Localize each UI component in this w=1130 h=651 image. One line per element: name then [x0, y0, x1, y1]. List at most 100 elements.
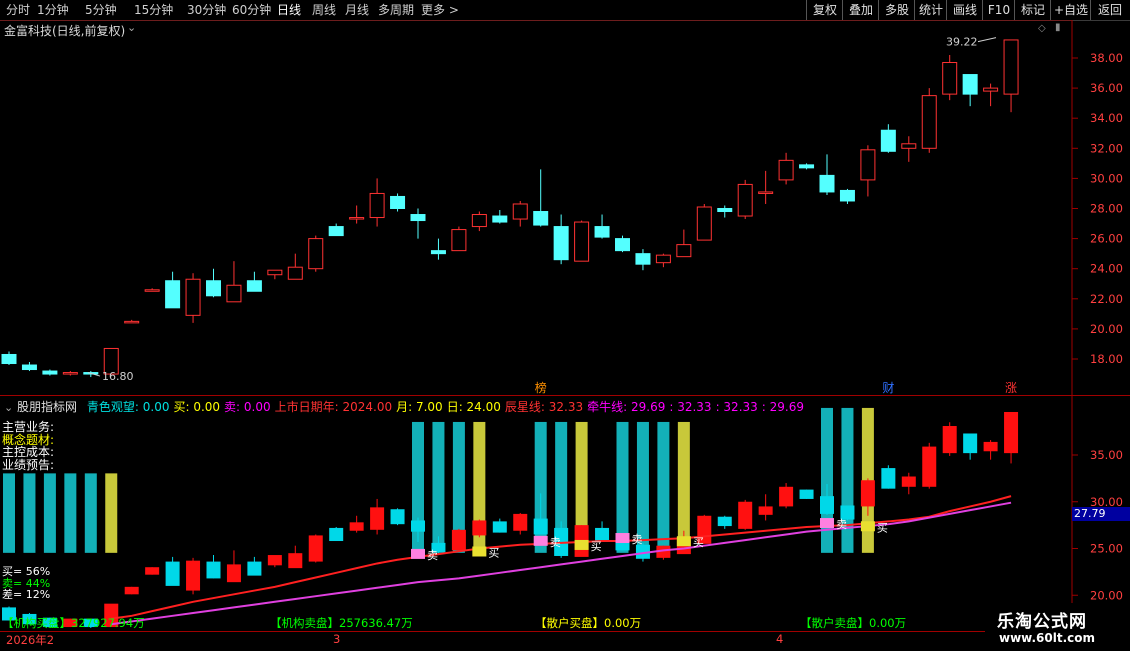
candle-body [246, 280, 262, 292]
tab-weekly[interactable]: 周线 [312, 2, 336, 18]
buy-signal: 买 [488, 547, 499, 560]
tab-monthly[interactable]: 月线 [345, 2, 369, 18]
tab-30min[interactable]: 30分钟 [187, 2, 226, 18]
indicator-candle-body [717, 516, 732, 527]
signal-box [411, 548, 425, 559]
tab-more[interactable]: 更多 > [421, 2, 459, 18]
candle-body [267, 269, 283, 276]
sell-signal: 卖 [632, 533, 643, 546]
mark-button[interactable]: 标记 [1014, 0, 1051, 20]
candle-body [717, 208, 733, 213]
stats-button[interactable]: 统计 [914, 0, 947, 20]
period-toolbar: 分时 1分钟 5分钟 15分钟 30分钟 60分钟 日线 周线 月线 多周期 更… [0, 0, 1130, 21]
candle-body [430, 250, 446, 255]
adjust-button[interactable]: 复权 [806, 0, 843, 20]
multi-stock-button[interactable]: 多股 [878, 0, 915, 20]
chevron-down-icon[interactable]: ⌄ [127, 21, 136, 34]
indicator-candle-body [165, 561, 180, 586]
sell-signal: 卖 [427, 549, 438, 562]
sell-signal: 卖 [836, 518, 847, 531]
price-chart-panel[interactable]: 38.00 36.00 34.00 32.00 30.00 28.00 26.00 24.00… [0, 20, 1130, 396]
candle-body [124, 320, 140, 324]
candle-body [42, 370, 58, 375]
diamond-icon[interactable]: ◇ [1038, 23, 1046, 34]
tab-15min[interactable]: 15分钟 [134, 2, 173, 18]
candle-body [390, 195, 406, 210]
scroll-handle-icon[interactable]: ▮ [1055, 22, 1061, 33]
y-tick-label: 32.00 [1090, 141, 1123, 155]
overlay-button[interactable]: 叠加 [842, 0, 879, 20]
signal-box [574, 539, 589, 550]
indicator-candle-body [329, 527, 344, 542]
candle-body [451, 229, 467, 252]
indicator-bar [84, 473, 97, 553]
candle-body [144, 289, 160, 292]
candle-body [799, 164, 815, 169]
indicator-panel[interactable]: 35.00 30.00 25.00 20.00 卖买卖买卖买卖买 ⌄ 股朋指标网 青色… [0, 396, 1130, 651]
tab-timeshare[interactable]: 分时 [6, 2, 30, 18]
left-labels: 主营业务: 概念题材: 主控成本: 业绩预告: [2, 421, 54, 471]
y-tick-label: 36.00 [1090, 81, 1123, 95]
indicator-candle-body [942, 426, 957, 454]
indicator-params: 青色观望: 0.00 买: 0.00 卖: 0.00 上市日期年: 2024.00 月:… [81, 400, 804, 414]
candle-body [676, 244, 692, 258]
candle-body [758, 191, 774, 194]
y-tick-label: 30.00 [1090, 171, 1123, 185]
tab-multi-period[interactable]: 多周期 [378, 2, 414, 18]
draw-line-button[interactable]: 画线 [946, 0, 983, 20]
stock-title: 金富科技(日线,前复权) [4, 24, 126, 38]
signal-box [533, 535, 548, 546]
low-price-label: 16.80 [102, 370, 134, 383]
indicator-candle-body [370, 507, 385, 530]
candle-body [860, 149, 876, 181]
indicator-candle-body [226, 564, 241, 583]
indicator-candle-body [738, 501, 753, 529]
candle-body [635, 253, 651, 265]
f10-button[interactable]: F10 [982, 0, 1015, 20]
candle-body [921, 95, 937, 149]
chevron-down-icon[interactable]: ⌄ [4, 401, 13, 414]
tab-1min[interactable]: 1分钟 [37, 2, 69, 18]
candle-body [62, 372, 78, 375]
tab-60min[interactable]: 60分钟 [232, 2, 271, 18]
candle-body [185, 278, 201, 316]
candlestick-chart[interactable]: 38.00 36.00 34.00 32.00 30.00 28.00 26.00 24.00… [0, 20, 1130, 396]
signal-box [615, 533, 630, 544]
buy-signal: 买 [693, 536, 704, 549]
indicator-param: : 32.33 [715, 400, 758, 414]
indicator-param: 日: 24.00 [446, 400, 501, 414]
signal-box [676, 536, 691, 547]
indicator-bar [43, 473, 56, 553]
indicator-bar [105, 473, 118, 553]
candle-body [962, 74, 978, 95]
candle-body [410, 214, 426, 222]
indicator-name: 股朋指标网 [17, 400, 78, 414]
tab-5min[interactable]: 5分钟 [85, 2, 117, 18]
main-business-label: 主营业务: [2, 420, 55, 434]
indicator-candle-body [533, 518, 548, 535]
candle-body [1003, 39, 1019, 95]
indicator-header: ⌄ 股朋指标网 青色观望: 0.00 买: 0.00 卖: 0.00 上市日期年: 2… [4, 398, 804, 415]
indicator-chart[interactable]: 35.0030.0025.0020.00 卖买卖 买卖 买卖买 [0, 396, 1130, 650]
indicator-param: 卖: 0.00 [224, 400, 271, 414]
watermark-logo: 乐淘公式网 www.60lt.com [985, 603, 1130, 650]
candle-body [737, 183, 753, 217]
price-tag: 27.79 [1072, 507, 1130, 521]
tab-daily[interactable]: 日线 [277, 2, 301, 18]
candle-body [553, 226, 569, 261]
indicator-candle-body [267, 555, 282, 566]
main-cost-label: 主控成本: [2, 445, 55, 459]
candle-body [983, 87, 999, 92]
candle-body [901, 143, 917, 149]
candle-body [492, 215, 508, 223]
signal-box [860, 521, 875, 532]
back-button[interactable]: 返回 [1090, 0, 1129, 20]
candle-body [308, 238, 324, 270]
buy-ratio: 买= 56% [2, 565, 51, 578]
indicator-candle-body [513, 513, 528, 531]
indicator-candle-body [860, 480, 875, 507]
candle-body [21, 364, 37, 371]
candle-body [819, 174, 835, 193]
candle-body [226, 284, 242, 303]
add-favorite-button[interactable]: +自选 [1050, 0, 1091, 20]
